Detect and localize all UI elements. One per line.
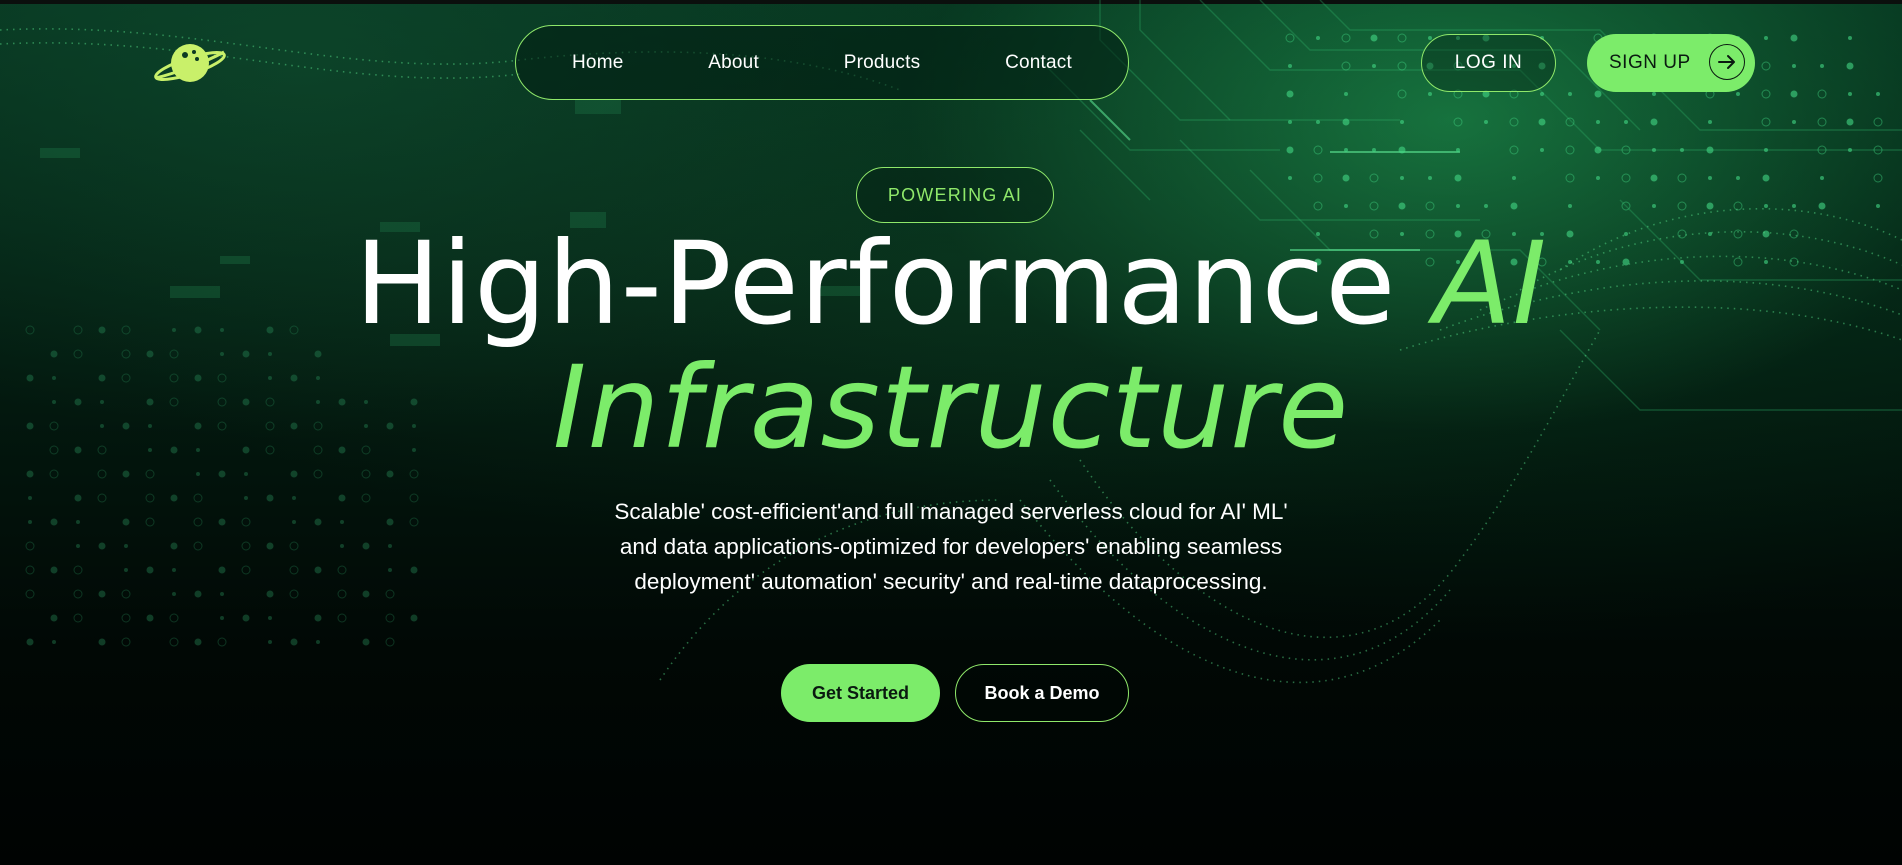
headline-white-text: High-Performance (354, 217, 1397, 350)
headline-accent-ai: AI (1433, 217, 1548, 350)
arrow-right-icon (1709, 44, 1745, 80)
hero-description: Scalable' cost-efficient'and full manage… (614, 499, 1288, 594)
headline-accent-infrastructure: Infrastructure (552, 341, 1350, 474)
signup-button[interactable]: SIGN UP (1587, 34, 1755, 92)
login-button[interactable]: LOG IN (1421, 34, 1556, 92)
book-demo-button[interactable]: Book a Demo (955, 664, 1129, 722)
nav-link-about[interactable]: About (708, 52, 759, 74)
main-nav: Home About Products Contact (515, 25, 1129, 100)
hero-page: Home About Products Contact LOG IN SIGN … (0, 0, 1902, 865)
top-border (0, 0, 1902, 4)
signup-label: SIGN UP (1609, 52, 1691, 73)
nav-link-home[interactable]: Home (572, 52, 623, 74)
planet-logo-icon[interactable] (152, 38, 228, 90)
powering-ai-badge: POWERING AI (856, 167, 1054, 223)
headline-line-1: High-Performance AI (0, 222, 1902, 346)
get-started-button[interactable]: Get Started (781, 664, 940, 722)
hero-headline: High-Performance AI Infrastructure (0, 222, 1902, 470)
nav-link-products[interactable]: Products (844, 52, 921, 74)
nav-link-contact[interactable]: Contact (1005, 52, 1072, 74)
